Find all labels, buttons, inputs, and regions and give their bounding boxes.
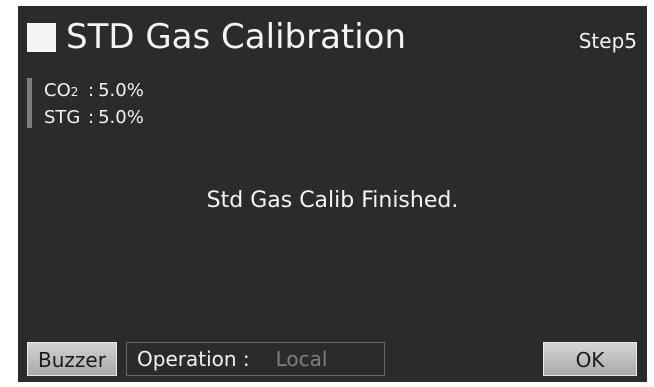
gas-readings-panel: CO2 : 5.0% STG : 5.0% [27,78,144,128]
reading-value-stg: 5.0% [98,107,144,128]
reading-value-co2: 5.0% [98,80,144,101]
reading-stg: STG : 5.0% [44,105,144,130]
reading-separator: : [88,107,95,128]
reading-name-co2: CO2 [44,80,79,101]
ok-button[interactable]: OK [543,342,637,376]
operation-mode-box: Operation : Local [126,342,385,376]
title-square-icon [27,23,56,52]
page-title: STD Gas Calibration [66,17,407,57]
status-message: Std Gas Calib Finished. [206,188,459,213]
operation-value: Local [275,347,328,371]
reading-name-stg: STG [44,107,81,128]
device-frame: STD Gas Calibration Step5 CO2 : 5.0% STG… [0,0,654,387]
operation-label: Operation : [137,347,250,371]
step-indicator: Step5 [578,29,637,53]
buzzer-button[interactable]: Buzzer [27,342,117,376]
reading-co2: CO2 : 5.0% [44,78,144,105]
reading-separator: : [88,80,95,101]
calibration-screen: STD Gas Calibration Step5 CO2 : 5.0% STG… [18,6,647,382]
